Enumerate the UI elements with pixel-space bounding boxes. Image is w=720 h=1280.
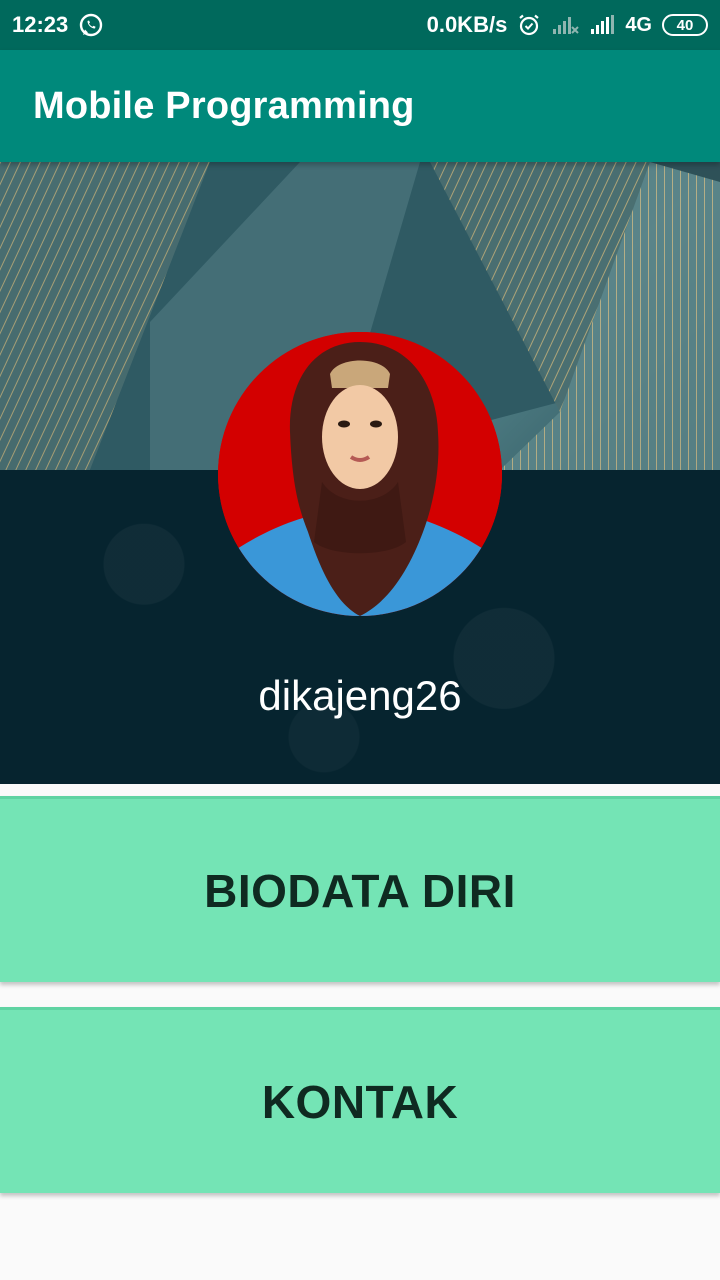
signal-off-icon	[551, 14, 580, 36]
status-bar-right: 0.0KB/s 4G 40	[427, 12, 708, 38]
username: dikajeng26	[258, 672, 462, 719]
app-title: Mobile Programming	[33, 84, 415, 127]
signal-icon	[589, 14, 615, 36]
status-bar-left: 12:23	[12, 12, 104, 38]
profile-avatar	[218, 332, 502, 616]
biodata-diri-button[interactable]: BIODATA DIRI	[0, 796, 720, 982]
alarm-icon	[517, 13, 541, 37]
status-time: 12:23	[12, 12, 69, 37]
battery-icon: 40	[662, 14, 708, 36]
app-bar: Mobile Programming	[0, 50, 720, 162]
status-bar: 12:23 0.0KB/s 4G 40	[0, 0, 720, 50]
profile-header: dikajeng26	[0, 162, 720, 784]
whatsapp-icon	[78, 12, 104, 38]
net-speed: 0.0KB/s	[426, 12, 508, 37]
kontak-button[interactable]: KONTAK	[0, 1007, 720, 1193]
network-type: 4G	[625, 13, 652, 36]
